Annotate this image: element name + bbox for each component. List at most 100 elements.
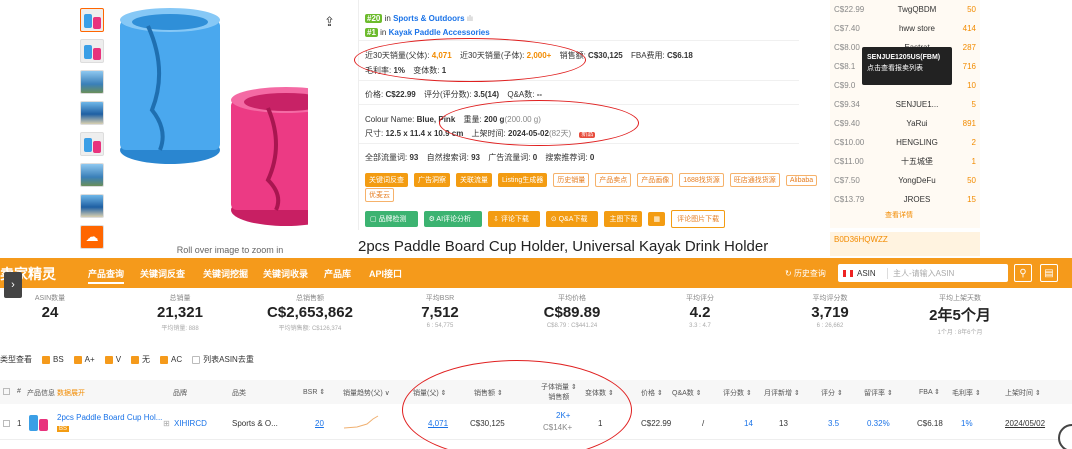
seller-more-link[interactable]: 查看详情 [885,210,913,220]
panel-icon[interactable]: ▤ [1040,264,1058,282]
grid-icon[interactable]: ▦ [648,212,666,226]
thumbnail-6[interactable] [80,163,104,187]
stat-avg-bsr: 平均BSR 7,512 6 : 54,775 [421,295,459,329]
col-monthly-new[interactable]: 月评新增 ⇕ [764,388,800,398]
tag-keyword-reverse[interactable]: 关键词反查 [365,173,408,187]
filter-v-checkbox[interactable] [104,355,113,364]
row-bsr-link[interactable]: 20 [315,419,324,428]
col-bsr[interactable]: BSR ⇕ [303,388,325,396]
asin-box: B0D36HQWZZ [830,232,980,256]
seller-tooltip: SENJUE1205US(FBM) 点击查看报卖列表 [862,47,952,85]
seller-row[interactable]: C$13.79 JROES 15 [830,190,980,209]
traffic-row: 全部流量词: 93 自然搜索词: 93 广告流量词: 0 搜索推荐词: 0 [365,153,595,162]
filter-row: 类型查看 BS A+ V 无 AC 列表ASIN去重 [0,355,254,364]
history-icon: ↻ [785,268,792,278]
qa-download-button[interactable]: ⊙ Q&A下载 [545,211,599,227]
tag-related-traffic[interactable]: 关联流量 [456,173,492,187]
tag-product-profile[interactable]: 产品画像 [637,173,674,187]
filter-icon[interactable]: ⚲ [1014,264,1032,282]
tag-listing-generator[interactable]: Listing生成器 [498,173,548,187]
seller-row[interactable]: C$7.50 YongDeFu 50 [830,171,980,190]
chart-icon[interactable]: ılı [467,14,473,23]
row-product-link[interactable]: 2pcs Paddle Board Cup Hol... [57,413,162,422]
brand-icon: ⊞ [163,419,170,428]
thumbnail-5[interactable] [80,132,104,156]
nav-api[interactable]: API接口 [369,267,402,280]
thumbnail-2[interactable] [80,39,104,63]
share-icon[interactable]: ⇪ [324,14,335,30]
seller-row[interactable]: C$22.99 TwgQBDM 50 [830,0,980,19]
col-launch[interactable]: 上架时间 ⇕ [1005,388,1041,398]
thumbnail-1[interactable] [80,8,104,32]
col-fba[interactable]: FBA ⇕ [919,388,940,396]
col-qa[interactable]: Q&A数 ⇕ [672,388,702,398]
tag-1688[interactable]: 1688找货源 [679,173,724,187]
brand-check-button[interactable]: ▢ 品牌检测 [365,211,418,227]
main-product-image[interactable] [108,0,308,238]
zoom-hint: Roll over image to zoom in [176,245,284,255]
col-price[interactable]: 价格 ⇕ [641,388,663,398]
sales-trend-sparkline[interactable] [343,414,379,430]
stat-total-sales: 总销量 21,321 平均销量: 888 [157,295,203,332]
seller-list: C$22.99 TwgQBDM 50 C$7.40 hww store 414 C$8.… [830,0,980,228]
filter-bs-checkbox[interactable] [42,355,50,364]
tag-wangdiantong[interactable]: 旺店通找货源 [729,173,780,187]
search-icon[interactable]: ⌕ [990,264,1008,282]
nav-product-library[interactable]: 产品库 [324,267,351,280]
annotation-ellipse [439,100,639,146]
tag-ad-insight[interactable]: 广告洞察 [414,173,450,187]
tag-selling-points[interactable]: 产品卖点 [595,173,632,187]
review-download-button[interactable]: ⇩ 评论下载 [488,211,540,227]
thumbnail-3[interactable] [80,70,104,94]
col-review-rate[interactable]: 留评率 ⇕ [864,388,893,398]
col-rating-count[interactable]: 评分数 ⇕ [723,388,752,398]
seller-row[interactable]: C$7.40 hww store 414 [830,19,980,38]
seller-row[interactable]: C$10.00 HENGLING 2 [830,133,980,152]
ai-review-button[interactable]: ⚙ AI评论分析 [423,211,483,227]
tag-youmaiyun[interactable]: 优麦云 [365,188,394,202]
rank-sub: #1 in Kayak Paddle Accessories [365,28,490,37]
col-rating[interactable]: 评分 ⇕ [821,388,843,398]
filter-aplus-checkbox[interactable] [73,355,82,364]
nav-product-query[interactable]: 产品查询 [88,267,125,284]
nav-keyword-index[interactable]: 关键词收录 [263,267,308,280]
upload-icon[interactable]: ☁ [80,225,104,249]
col-margin[interactable]: 毛利率 ⇕ [952,388,981,398]
main-image-download-button[interactable]: 主图下载 [604,211,643,227]
tool-tags: 关键词反查 广告洞察 关联流量 Listing生成器 历史销量 产品卖点 产品画像 1688找… [365,173,823,187]
sidebar-toggle-icon[interactable]: › [4,272,22,298]
top-nav: 卖家精灵 产品查询 关键词反查 关键词挖掘 关键词收录 产品库 API接口 ↻ … [0,258,1072,288]
stat-avg-rating: 平均评分 4.2 3.3 : 4.7 [686,295,714,329]
row-thumbnail[interactable] [27,411,53,435]
annotation-ellipse [354,38,586,82]
filter-none-checkbox[interactable] [131,355,140,364]
canada-flag-icon [843,269,853,277]
stat-avg-listing-age: 平均上架天数 2年5个月 1个月 : 8年6个月 [929,295,991,336]
filter-ac-checkbox[interactable] [160,355,169,364]
dedupe-checkbox[interactable] [192,355,201,364]
thumbnail-7[interactable] [80,194,104,218]
col-trend[interactable]: 销量趋势(父) ∨ [343,388,390,398]
rank-subcategory-link[interactable]: Kayak Paddle Accessories [389,28,490,37]
rank-main: #20 in Sports & Outdoors ılı [365,14,474,23]
select-all-checkbox[interactable] [3,388,10,395]
seller-row[interactable]: C$9.40 YaRui 891 [830,114,980,133]
nav-keyword-mining[interactable]: 关键词挖掘 [203,267,248,280]
screen: { "product": { "zoom_hint": "Roll over i… [0,0,1072,449]
stat-asin-count: ASIN数量 24 [34,295,66,321]
row-checkbox[interactable] [3,420,10,427]
stat-avg-rating-count: 平均评分数 3,719 6 : 26,662 [811,295,849,329]
tag-history-sales[interactable]: 历史销量 [553,173,590,187]
review-image-download-button[interactable]: 评论图片下载 [671,210,726,228]
tag-alibaba[interactable]: Alibaba [785,175,818,186]
col-product[interactable]: 产品信息 数据展开 [27,388,85,398]
thumbnail-4[interactable] [80,101,104,125]
seller-row[interactable]: C$9.34 SENJUE1... 5 [830,95,980,114]
nav-keyword-reverse[interactable]: 关键词反查 [140,267,185,280]
rank-category-link[interactable]: Sports & Outdoors [393,14,465,23]
stat-avg-price: 平均价格 C$89.89 C$8.79 : C$441.24 [543,295,601,329]
asin-search[interactable]: ASIN 主人-请输入ASIN [838,264,1008,282]
history-link[interactable]: ↻ 历史查询 [785,265,826,281]
row-brand-link[interactable]: XIHIRCD [174,419,207,428]
seller-row[interactable]: C$11.00 十五城堡 1 [830,152,980,171]
